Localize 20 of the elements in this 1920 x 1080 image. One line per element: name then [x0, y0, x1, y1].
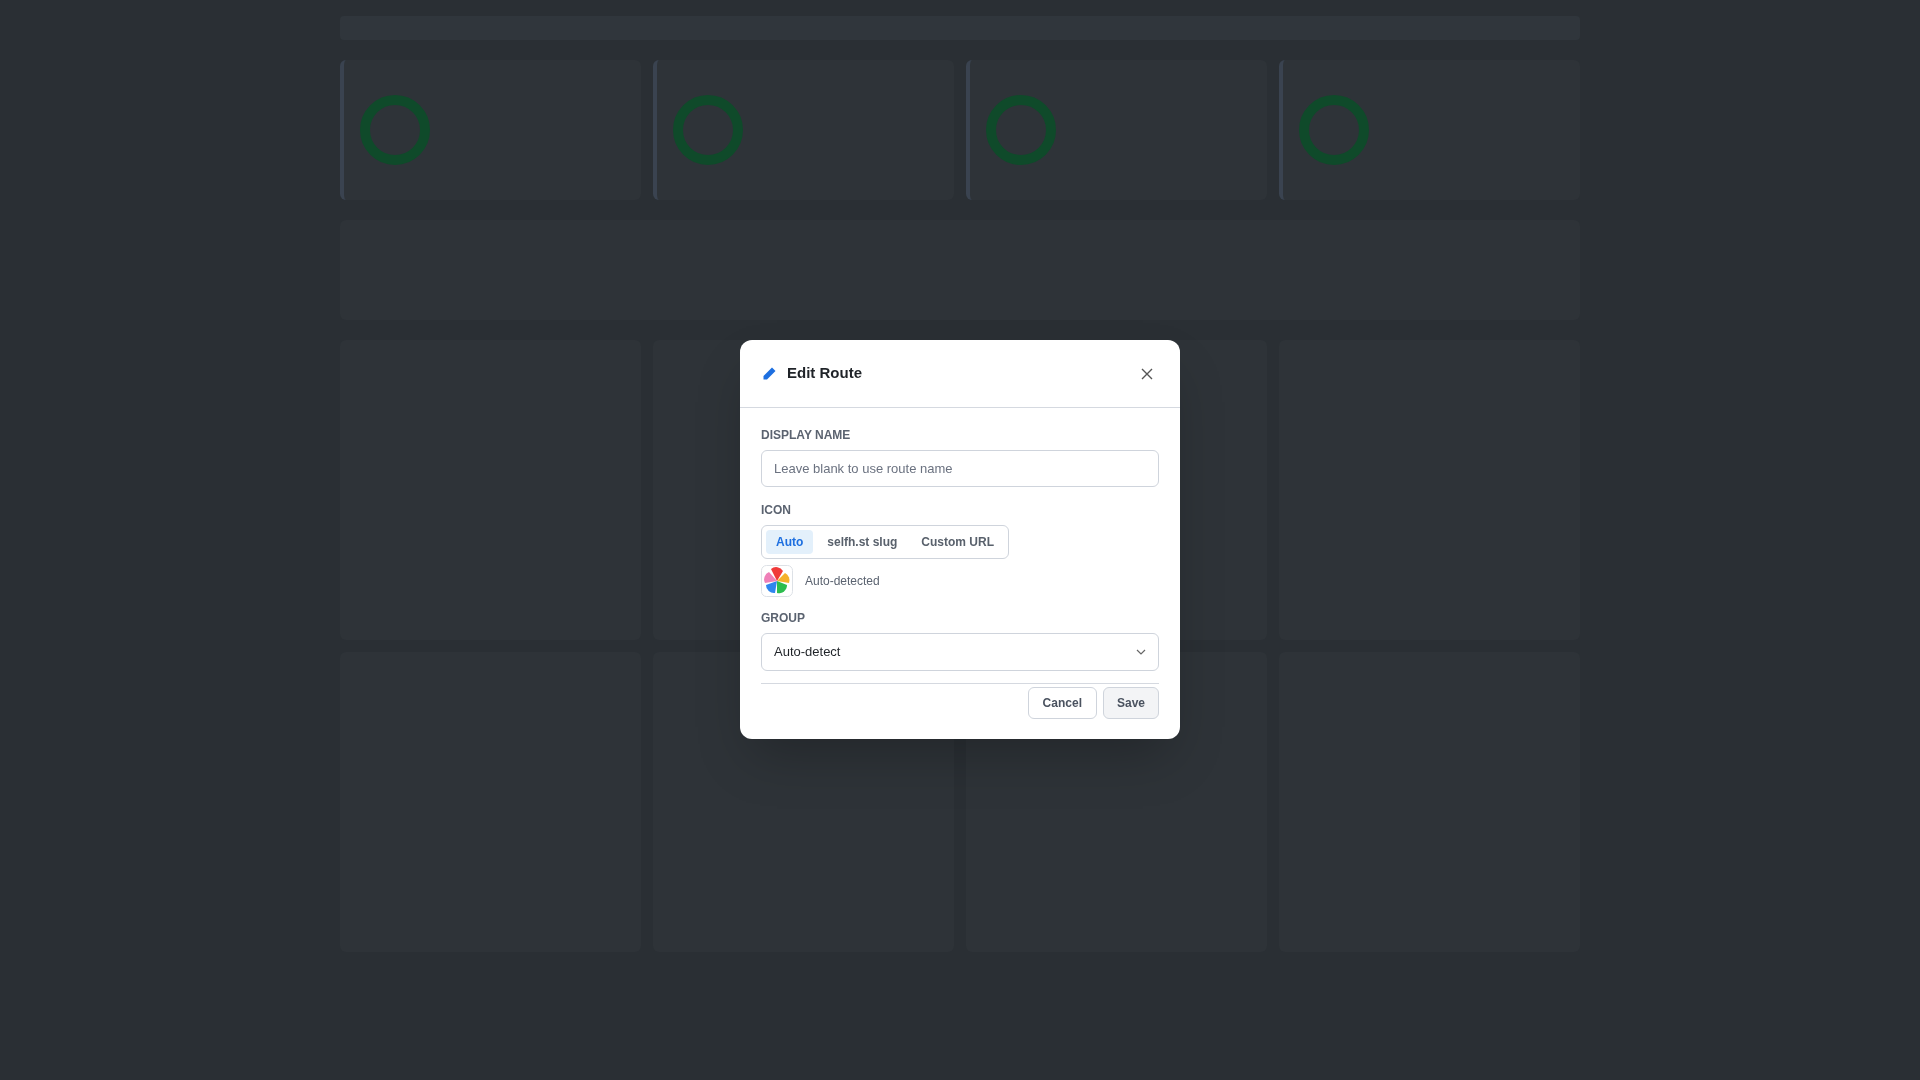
icon-mode-tab[interactable]: selfh.st slug	[817, 530, 908, 554]
field-label: GROUP	[761, 610, 806, 627]
chevron-down-icon	[1136, 649, 1146, 655]
close-icon	[1141, 367, 1153, 380]
dialog-title: Edit Route	[787, 363, 862, 384]
field-label: ICON	[761, 502, 792, 519]
field-label: DISPLAY NAME	[761, 427, 852, 444]
donut-drawing	[673, 95, 743, 165]
save-button[interactable]: Save	[1102, 687, 1159, 719]
pinwheel-icon	[761, 565, 793, 597]
cancel-button[interactable]: Cancel	[1027, 687, 1097, 719]
icon-mode-tab[interactable]: Auto	[766, 530, 814, 554]
icon-mode-tab[interactable]: Custom URL	[911, 530, 1004, 554]
pencil-icon	[761, 365, 777, 382]
group-select[interactable]: Auto-detect	[761, 633, 1159, 671]
display-name-field[interactable]: Leave blank to use route name	[761, 450, 1159, 487]
donut-drawing	[1299, 95, 1369, 165]
donut-drawing	[360, 95, 430, 165]
donut-drawing	[986, 95, 1056, 165]
icon-preview-label: Auto-detected	[805, 573, 880, 590]
